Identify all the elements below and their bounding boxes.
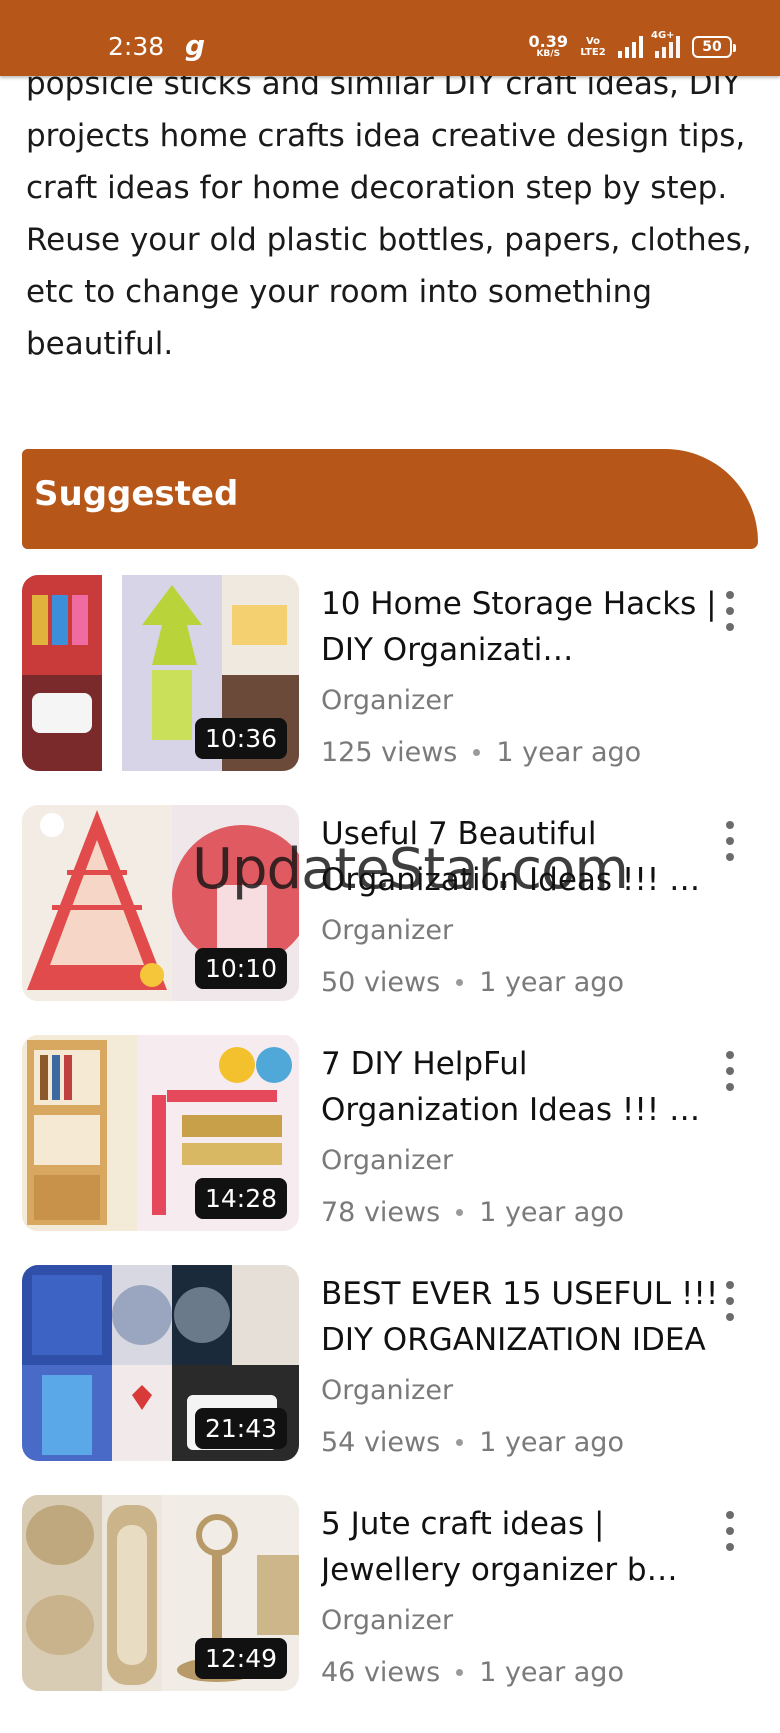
network-type-label: 4G+ (651, 29, 675, 41)
video-duration: 21:43 (194, 1408, 287, 1449)
battery-icon: 50 (692, 35, 736, 58)
network-speed: 0.39 KB/S (529, 34, 568, 59)
upload-age: 1 year ago (479, 967, 624, 998)
separator-dot (473, 749, 481, 756)
video-item[interactable]: 21:43 BEST EVER 15 USEFUL !!! DIY ORGANI… (22, 1265, 758, 1461)
upload-age: 1 year ago (479, 1657, 624, 1688)
video-item[interactable]: 12:49 5 Jute craft ideas | Jewellery org… (22, 1495, 758, 1691)
video-item[interactable]: 10:36 10 Home Storage Hacks | DIY Organi… (22, 575, 758, 771)
upload-age: 1 year ago (479, 1427, 624, 1458)
channel-name[interactable]: Organizer (321, 1375, 453, 1406)
video-duration: 12:49 (194, 1638, 287, 1679)
separator-dot (456, 1209, 464, 1216)
view-count: 46 views (321, 1657, 441, 1688)
view-count: 78 views (321, 1197, 441, 1228)
separator-dot (456, 1669, 464, 1676)
more-options-icon[interactable] (720, 1511, 740, 1551)
channel-name[interactable]: Organizer (321, 915, 453, 946)
view-count: 50 views (321, 967, 441, 998)
video-title[interactable]: BEST EVER 15 USEFUL !!! DIY ORGANIZATION… (321, 1271, 721, 1363)
video-item[interactable]: 14:28 7 DIY HelpFul Organization Ideas !… (22, 1035, 758, 1231)
app-notification-icon: g (185, 29, 206, 62)
mobile-data-icon: 4G+ (651, 30, 680, 58)
video-duration: 14:28 (194, 1178, 287, 1219)
separator-dot (456, 1439, 464, 1446)
network-speed-unit: KB/S (536, 49, 561, 59)
volte-icon: Vo LTE2 (580, 35, 606, 58)
video-duration: 10:36 (194, 718, 287, 759)
upload-age: 1 year ago (479, 1197, 624, 1228)
more-options-icon[interactable] (720, 1281, 740, 1321)
video-meta: 125 views 1 year ago (321, 737, 641, 768)
suggested-label: Suggested (34, 474, 239, 514)
view-count: 54 views (321, 1427, 441, 1458)
more-options-icon[interactable] (720, 821, 740, 861)
battery-level: 50 (702, 38, 722, 55)
video-meta: 46 views 1 year ago (321, 1657, 624, 1688)
video-thumbnail[interactable]: 21:43 (22, 1265, 299, 1461)
signal-strength-icon (618, 35, 643, 58)
view-count: 125 views (321, 737, 458, 768)
separator-dot (456, 979, 464, 986)
channel-name[interactable]: Organizer (321, 1605, 453, 1636)
video-thumbnail[interactable]: 10:10 (22, 805, 299, 1001)
channel-name[interactable]: Organizer (321, 1145, 453, 1176)
video-duration: 10:10 (194, 948, 287, 989)
more-options-icon[interactable] (720, 1051, 740, 1091)
status-time: 2:38 (108, 32, 165, 61)
video-item[interactable]: 10:10 Useful 7 Beautiful Organization Id… (22, 805, 758, 1001)
more-options-icon[interactable] (720, 591, 740, 631)
video-title[interactable]: 7 DIY HelpFul Organization Ideas !!! … (321, 1041, 721, 1133)
channel-name[interactable]: Organizer (321, 685, 453, 716)
video-description: popsicle sticks and similar DIY craft id… (26, 66, 752, 362)
upload-age: 1 year ago (496, 737, 642, 768)
network-speed-value: 0.39 (528, 32, 568, 51)
video-title[interactable]: Useful 7 Beautiful Organization Ideas !!… (321, 811, 721, 903)
suggested-header: Suggested (22, 449, 758, 549)
video-title[interactable]: 5 Jute craft ideas | Jewellery organizer… (321, 1501, 721, 1593)
status-bar: 2:38 g 0.39 KB/S Vo LTE2 4G+ 50 (0, 0, 780, 76)
video-meta: 50 views 1 year ago (321, 967, 624, 998)
video-thumbnail[interactable]: 10:36 (22, 575, 299, 771)
video-thumbnail[interactable]: 12:49 (22, 1495, 299, 1691)
video-title[interactable]: 10 Home Storage Hacks | DIY Organizati… (321, 581, 721, 673)
video-meta: 78 views 1 year ago (321, 1197, 624, 1228)
video-meta: 54 views 1 year ago (321, 1427, 624, 1458)
status-icons: 0.39 KB/S Vo LTE2 4G+ 50 (529, 30, 736, 59)
video-thumbnail[interactable]: 14:28 (22, 1035, 299, 1231)
